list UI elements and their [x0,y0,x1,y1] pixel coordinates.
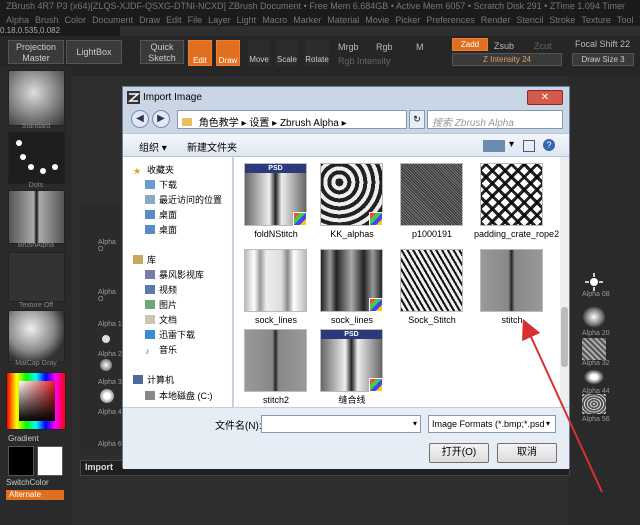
arrow-line [522,318,603,493]
annotation-arrow [522,318,603,493]
